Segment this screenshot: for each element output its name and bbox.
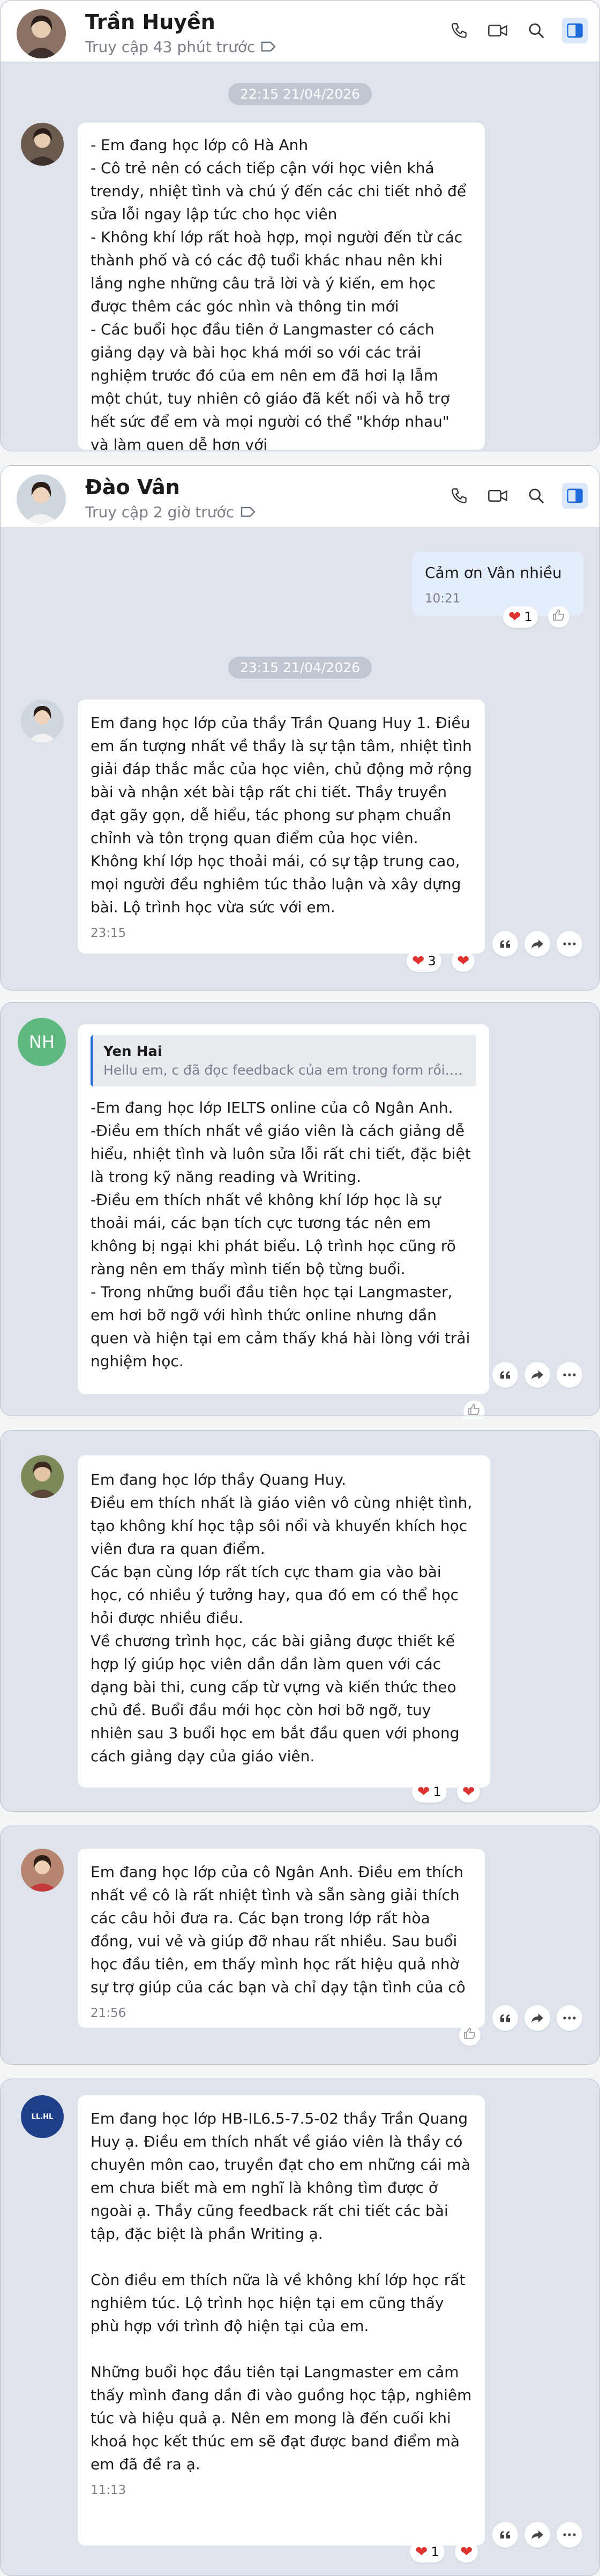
more-options-icon[interactable] [557,2005,582,2031]
tag-icon[interactable] [241,507,256,517]
chat-card-tran-huyen: Trần Huyền Truy cập 43 phút trước 22:15 … [0,0,600,451]
quoted-message[interactable]: Yen Hai Hellu em, c đã đọc feedback của … [91,1035,476,1086]
message-bubble[interactable]: - Em đang học lớp cô Hà Anh - Cô trẻ nên… [78,123,485,451]
phone-icon[interactable] [446,18,472,43]
header-toolbar [446,483,588,509]
header-toolbar [446,18,588,43]
message-actions [492,931,582,957]
quoted-sender-name: Yen Hai [103,1044,162,1060]
heart-icon: ❤ [417,1783,430,1800]
heart-icon: ❤ [457,952,470,970]
sidebar-toggle-icon[interactable] [562,18,588,43]
chat-header: Trần Huyền Truy cập 43 phút trước [1,1,599,62]
sidebar-toggle-icon[interactable] [562,483,588,509]
message-text: -Em đang học lớp IELTS online của cô Ngâ… [91,1099,471,1370]
more-options-icon[interactable] [557,931,582,957]
search-icon[interactable] [523,483,549,509]
chat-header: Đào Vân Truy cập 2 giờ trước [1,466,599,527]
sender-avatar[interactable] [21,123,64,166]
message-actions [492,1362,582,1388]
last-seen-status: Truy cập 2 giờ trước [85,503,235,521]
date-separator: 22:15 21/04/2026 [228,83,372,105]
quote-reply-icon[interactable] [492,1362,518,1388]
react-button[interactable] [459,2024,481,2046]
forward-icon[interactable] [524,2005,550,2031]
message-actions [492,2522,582,2548]
reaction-count: 1 [431,2544,439,2559]
sender-avatar[interactable]: LL.HL [21,2095,64,2138]
reaction-badge[interactable]: ❤ 1 [410,2541,445,2563]
phone-icon[interactable] [446,483,472,509]
message-bubble[interactable]: Em đang học lớp HB-IL6.5-7.5-02 thầy Trầ… [78,2095,485,2545]
message-time: 21:56 [91,2006,126,2020]
sender-avatar[interactable] [21,1849,64,1892]
message-text: - Em đang học lớp cô Hà Anh - Cô trẻ nên… [91,136,467,451]
message-time: 10:21 [425,592,461,606]
avatar[interactable] [17,9,66,58]
message-text: Cảm ơn Vân nhiều [425,564,562,582]
quote-reply-icon[interactable] [492,931,518,957]
message-bubble[interactable]: Em đang học lớp của thầy Trần Quang Huy … [78,699,485,954]
last-seen-status: Truy cập 43 phút trước [85,38,256,56]
thumbs-up-icon [463,2027,476,2043]
reaction-count: 1 [524,609,532,624]
reaction-count: 3 [428,954,436,969]
message-bubble[interactable]: Em đang học lớp của cô Ngân Anh. Điều em… [78,1849,485,2028]
message-text: Em đang học lớp thầy Quang Huy. Điều em … [91,1471,472,1765]
heart-icon: ❤ [415,2543,428,2560]
reaction-badge[interactable]: ❤ 1 [503,606,538,628]
more-options-icon[interactable] [557,1362,582,1388]
forward-icon[interactable] [524,931,550,957]
sender-avatar[interactable] [21,699,64,742]
react-button[interactable] [548,606,569,628]
sender-avatar[interactable] [21,1455,64,1498]
video-call-icon[interactable] [485,18,511,43]
message-bubble[interactable]: Yen Hai Hellu em, c đã đọc feedback của … [78,1024,489,1394]
message-text: Em đang học lớp HB-IL6.5-7.5-02 thầy Trầ… [91,2110,472,2473]
more-options-icon[interactable] [557,2522,582,2548]
message-text: Em đang học lớp của cô Ngân Anh. Điều em… [91,1863,466,1996]
heart-react-button[interactable]: ❤ [452,950,475,972]
reaction-badge[interactable]: ❤ 1 [412,1781,447,1803]
avatar-label: LL.HL [31,2112,54,2121]
thumbs-up-icon [468,1403,481,1416]
react-button[interactable] [463,1401,485,1416]
quote-reply-icon[interactable] [492,2522,518,2548]
tag-icon[interactable] [261,41,276,52]
quote-reply-icon[interactable] [492,2005,518,2031]
contact-name: Trần Huyền [85,10,215,34]
heart-icon: ❤ [460,2543,473,2560]
forward-icon[interactable] [524,2522,550,2548]
reaction-badge[interactable]: ❤ 3 [407,950,441,972]
quoted-message-text: Hellu em, c đã đọc feedback của em trong… [103,1062,466,1078]
reaction-count: 1 [433,1784,441,1799]
date-separator: 23:15 21/04/2026 [228,657,372,679]
sender-avatar[interactable]: NH [18,1018,66,1066]
chat-card-ngan-anh: Em đang học lớp của cô Ngân Anh. Điều em… [0,1826,600,2065]
heart-icon: ❤ [508,608,521,626]
search-icon[interactable] [523,18,549,43]
message-time: 11:13 [91,2483,126,2497]
video-call-icon[interactable] [485,483,511,509]
message-bubble[interactable]: Em đang học lớp thầy Quang Huy. Điều em … [78,1455,490,1788]
contact-name: Đào Vân [85,475,180,499]
chat-card-reply: NH Yen Hai Hellu em, c đã đọc feedback c… [0,1002,600,1416]
heart-react-button[interactable]: ❤ [455,2541,478,2563]
avatar[interactable] [17,474,66,524]
message-text: Em đang học lớp của thầy Trần Quang Huy … [91,714,472,916]
forward-icon[interactable] [524,1362,550,1388]
chat-card-hb-class: LL.HL Em đang học lớp HB-IL6.5-7.5-02 th… [0,2079,600,2576]
chat-card-dao-van: Đào Vân Truy cập 2 giờ trước Cảm ơn Vân … [0,465,600,991]
message-actions [492,2005,582,2031]
heart-react-button[interactable]: ❤ [457,1781,481,1803]
chat-card-quang-huy: Em đang học lớp thầy Quang Huy. Điều em … [0,1430,600,1812]
message-time: 23:15 [91,926,126,940]
thumbs-up-icon [552,609,565,625]
heart-icon: ❤ [412,952,425,970]
heart-icon: ❤ [462,1783,475,1800]
